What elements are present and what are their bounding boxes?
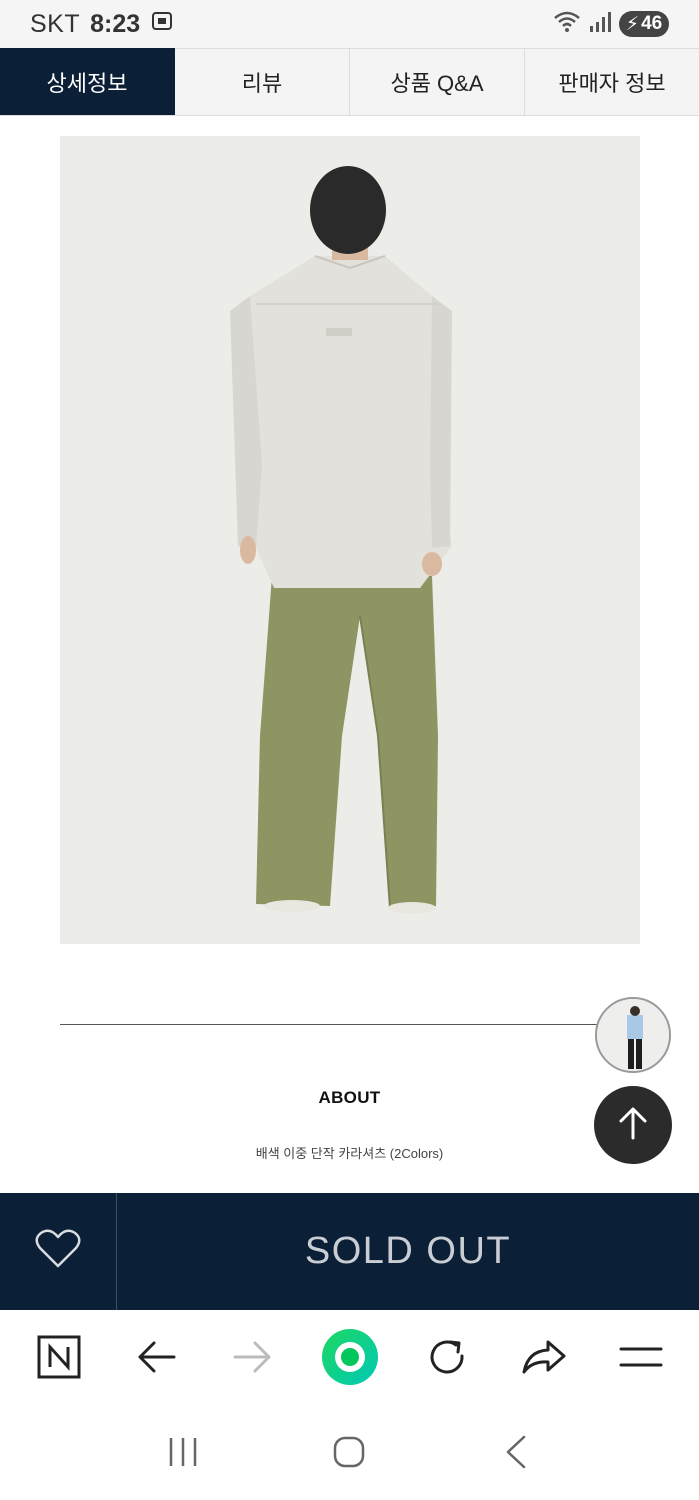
purchase-bar: SOLD OUT: [0, 1193, 699, 1310]
nav-back-icon: [504, 1435, 528, 1474]
back-button[interactable]: [126, 1329, 186, 1389]
naver-n-icon: [37, 1335, 81, 1384]
share-button[interactable]: [514, 1329, 574, 1389]
home-icon: [332, 1435, 366, 1474]
forward-button[interactable]: [223, 1329, 283, 1389]
nav-back-button[interactable]: [486, 1424, 546, 1484]
naver-home-button[interactable]: [29, 1329, 89, 1389]
wishlist-button[interactable]: [0, 1193, 117, 1310]
recent-product-thumbnail[interactable]: [595, 997, 671, 1073]
wifi-icon: [553, 10, 581, 39]
tab-details[interactable]: 상세정보: [0, 48, 175, 115]
tab-reviews[interactable]: 리뷰: [175, 48, 350, 115]
menu-icon: [619, 1345, 663, 1374]
browser-toolbar: [0, 1310, 699, 1408]
product-image: [60, 136, 640, 944]
tab-qna[interactable]: 상품 Q&A: [350, 48, 525, 115]
battery-indicator: ⚡ 46: [619, 11, 669, 37]
signal-icon: [589, 11, 611, 38]
green-dot-button[interactable]: [320, 1328, 380, 1391]
charging-icon: ⚡: [625, 13, 640, 35]
scroll-top-button[interactable]: [594, 1086, 672, 1164]
product-tabs: 상세정보 리뷰 상품 Q&A 판매자 정보: [0, 48, 699, 116]
recent-apps-icon: [167, 1436, 199, 1473]
section-divider: [60, 1024, 600, 1025]
carrier-label: SKT: [30, 9, 81, 38]
screenshot-icon: [150, 9, 174, 40]
share-icon: [522, 1339, 566, 1380]
back-arrow-icon: [136, 1341, 176, 1378]
tab-seller-info[interactable]: 판매자 정보: [525, 48, 699, 115]
refresh-button[interactable]: [417, 1329, 477, 1389]
battery-level: 46: [641, 13, 663, 34]
arrow-up-icon: [617, 1106, 649, 1145]
home-button[interactable]: [319, 1424, 379, 1484]
heart-icon: [35, 1229, 81, 1274]
soldout-button[interactable]: SOLD OUT: [117, 1193, 699, 1310]
forward-arrow-icon: [233, 1341, 273, 1378]
time-label: 8:23: [90, 9, 141, 38]
about-title: ABOUT: [318, 1088, 381, 1107]
refresh-icon: [426, 1336, 468, 1383]
system-navigation: [0, 1408, 699, 1500]
recent-apps-button[interactable]: [153, 1424, 213, 1484]
product-description: 배색 이중 단작 카라셔츠 (2Colors): [255, 1146, 444, 1161]
menu-button[interactable]: [611, 1329, 671, 1389]
status-bar: SKT 8:23 ⚡ 46: [0, 0, 699, 48]
green-dot-icon: [321, 1328, 379, 1391]
